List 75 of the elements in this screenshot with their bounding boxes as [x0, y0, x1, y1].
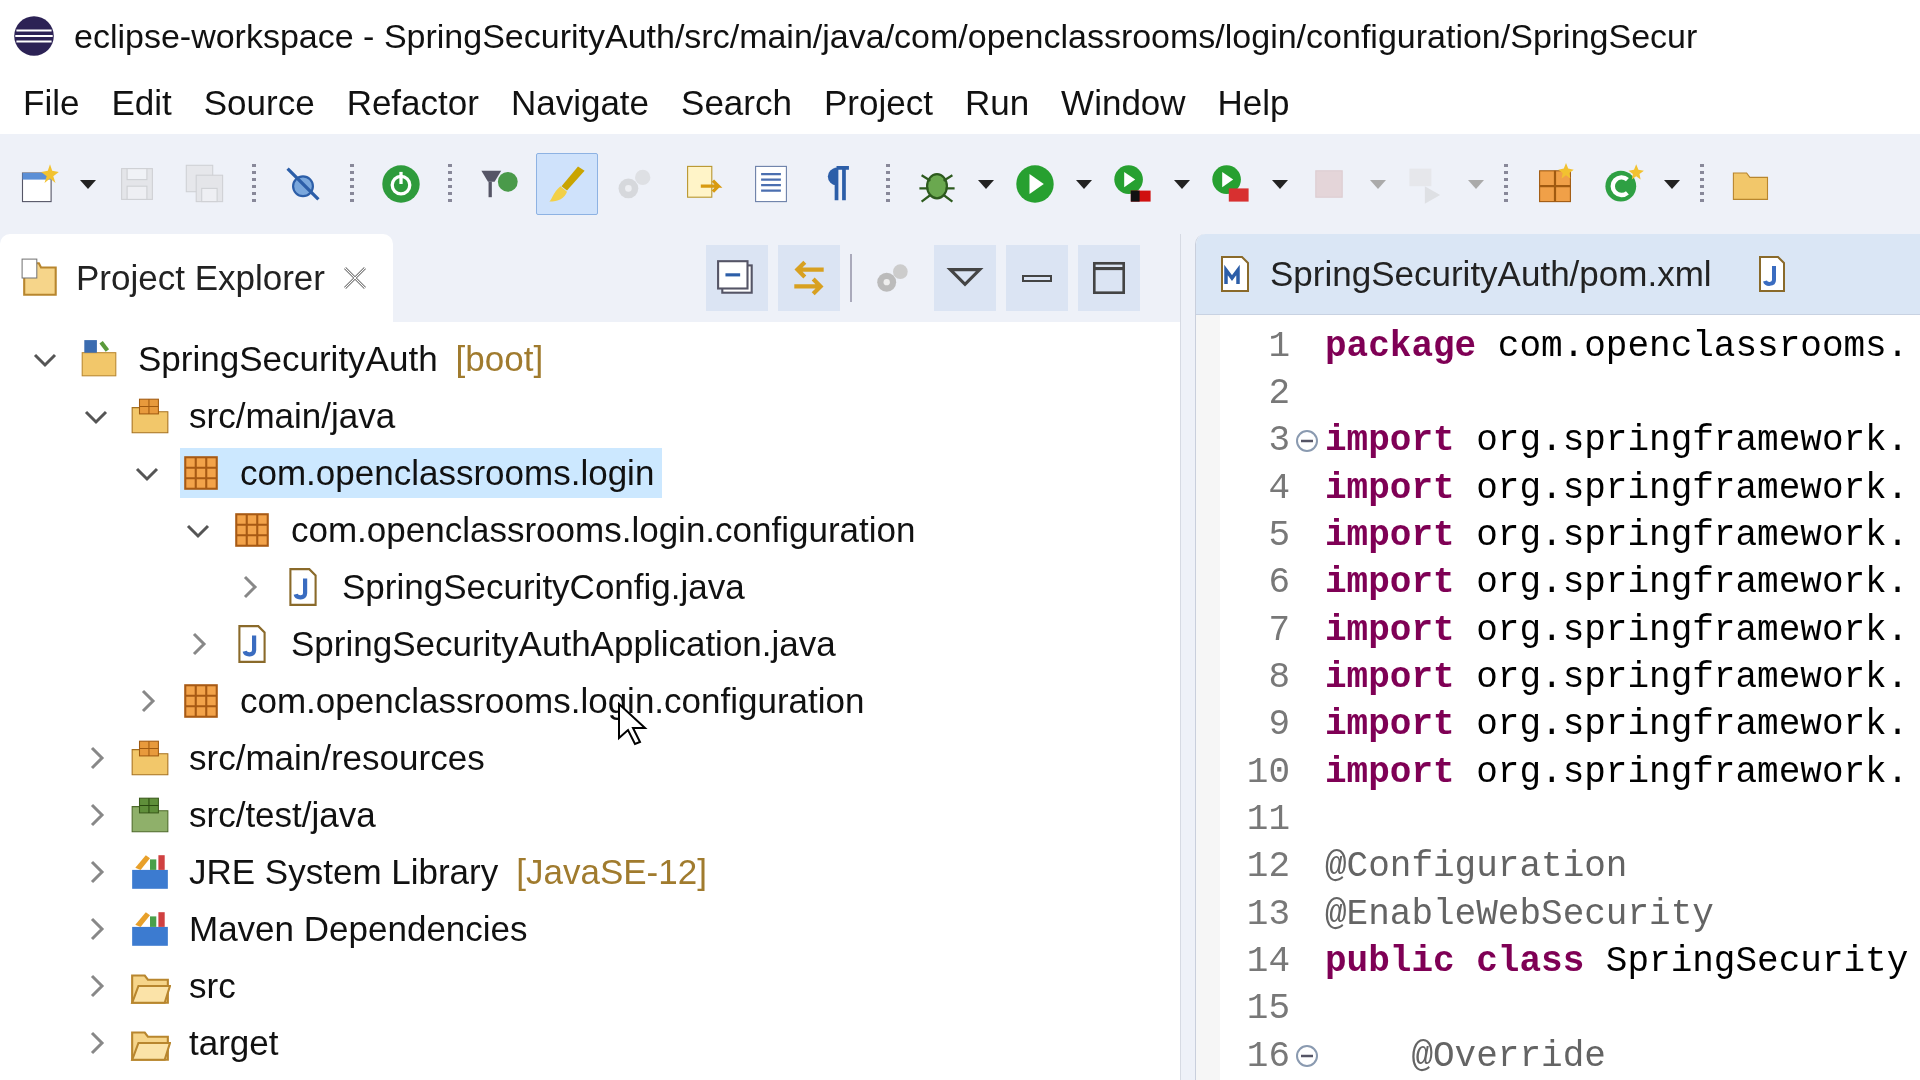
window-title: eclipse-workspace - SpringSecurityAuth/src/main/java/com/openclassrooms/login/configuration/SpringSecur [74, 16, 1698, 56]
caret-icon [1074, 178, 1094, 190]
line-number: 14 [1245, 941, 1290, 983]
line-number: 12 [1245, 846, 1290, 888]
line-number: 9 [1267, 704, 1290, 746]
tree-item[interactable]: JRE System Library [JavaSE-12] [129, 846, 715, 897]
tree-item[interactable]: src [129, 960, 244, 1011]
tree-item[interactable]: src/main/resources [129, 732, 493, 783]
code-line: import org.springframework. [1324, 704, 1909, 746]
line-number: 7 [1267, 609, 1290, 651]
caret-icon [1172, 178, 1192, 190]
caret-icon [1466, 178, 1486, 190]
menu-item[interactable]: Window [1050, 79, 1207, 127]
line-number: 6 [1267, 562, 1290, 604]
caret-icon [1662, 178, 1682, 190]
code-line: @Configuration [1324, 846, 1628, 888]
tree-item[interactable]: src/test/java [129, 789, 384, 840]
view-menu-button[interactable] [934, 245, 996, 311]
line-number: 5 [1267, 515, 1290, 557]
minimize-button[interactable] [1006, 245, 1068, 311]
menu-item[interactable]: File [12, 79, 101, 127]
code-line: public class SpringSecurity [1324, 941, 1909, 983]
line-number: 3 [1267, 420, 1290, 462]
collapse-all-button[interactable] [706, 245, 768, 311]
app-logo-icon [12, 14, 56, 58]
tree-item[interactable]: SpringSecurityConfig.java [282, 561, 753, 612]
code-line: @EnableWebSecurity [1324, 893, 1714, 935]
tree-item[interactable]: com.openclassrooms.login [180, 447, 663, 498]
caret-icon [1368, 178, 1388, 190]
line-number: 8 [1267, 657, 1290, 699]
minimize-icon [1021, 273, 1053, 283]
code-line: import org.springframework. [1324, 751, 1909, 793]
line-number: 16 [1245, 1035, 1290, 1077]
code-line: import org.springframework. [1324, 609, 1909, 651]
menu-item[interactable]: Refactor [335, 79, 500, 127]
code-line: import org.springframework. [1324, 657, 1909, 699]
maximize-button[interactable] [1078, 245, 1140, 311]
code-line: package com.openclassrooms. [1324, 325, 1909, 367]
power-icon [379, 162, 423, 206]
tree-item[interactable]: src/main/java [129, 390, 404, 441]
tree-item[interactable]: Maven Dependencies [129, 903, 536, 954]
menu-item[interactable]: Project [812, 79, 954, 127]
code-line: import org.springframework. [1324, 515, 1909, 557]
menu-item[interactable]: Edit [100, 79, 193, 127]
pilcrow-icon [826, 166, 852, 202]
caret-icon [976, 178, 996, 190]
line-number: 13 [1245, 893, 1290, 935]
fold-icon[interactable] [1295, 428, 1319, 453]
caret-icon [78, 178, 98, 190]
code-line: import org.springframework. [1324, 467, 1909, 509]
line-number: 11 [1245, 799, 1290, 841]
tree-item[interactable]: target [129, 1017, 287, 1068]
tree-item[interactable]: com.openclassrooms.login.configuration [231, 504, 924, 555]
tree-item-decoration: [boot] [455, 338, 544, 379]
view-tab[interactable]: Project Explorer [0, 234, 393, 322]
menu-item[interactable]: Run [953, 79, 1051, 127]
caret-icon [1270, 178, 1290, 190]
menu-item[interactable]: Search [670, 79, 813, 127]
code-line: @Override [1410, 1035, 1606, 1077]
line-number: 1 [1267, 325, 1290, 367]
fold-icon[interactable] [1295, 1044, 1319, 1069]
play-icon [1013, 162, 1057, 206]
tree-item[interactable]: SpringSecurityAuth [boot] [78, 333, 552, 384]
menu-item[interactable]: Navigate [499, 79, 671, 127]
code-line: import org.springframework. [1324, 562, 1909, 604]
line-number: 15 [1245, 988, 1290, 1030]
tree-item-decoration: [JavaSE-12] [516, 851, 707, 892]
tree-item[interactable]: SpringSecurityAuthApplication.java [231, 618, 844, 669]
line-number: 10 [1245, 751, 1290, 793]
menu-item[interactable]: Help [1206, 79, 1311, 127]
line-number: 2 [1267, 373, 1290, 414]
code-line: import org.springframework. [1324, 420, 1909, 462]
tree-item[interactable]: com.openclassrooms.login.configuration [180, 675, 873, 726]
menu-item[interactable]: Source [192, 79, 336, 127]
line-number: 4 [1267, 467, 1290, 509]
